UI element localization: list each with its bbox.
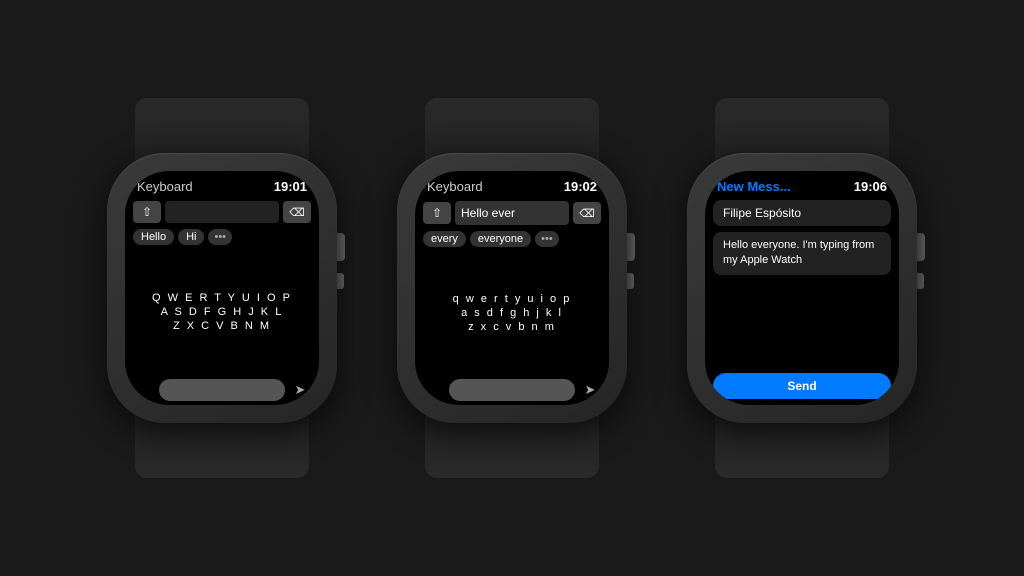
suggestion-every[interactable]: every (423, 231, 466, 247)
more-suggestions-1[interactable]: ••• (208, 229, 232, 245)
screen2-input-bar: ⇧ Hello ever ⌫ (415, 198, 609, 228)
screen3-title: New Mess... (717, 179, 791, 194)
screen3-header: New Mess... 19:06 (705, 171, 899, 200)
message-area-3: Filipe Espósito Hello everyone. I'm typi… (705, 200, 899, 367)
key-row-1-2: A S D F G H J K L (129, 306, 315, 318)
watch-body-2: Keyboard 19:02 ⇧ Hello ever ⌫ every ever… (397, 153, 627, 423)
space-bar-1[interactable] (159, 379, 285, 401)
key-row-text-1-2: A S D F G H J K L (161, 306, 284, 318)
suggestion-hello[interactable]: Hello (133, 229, 174, 245)
screen1-input-bar: ⇧ ⌫ (125, 198, 319, 226)
key-row-2-2: a s d f g h j k l (419, 307, 605, 319)
watch-screen-2: Keyboard 19:02 ⇧ Hello ever ⌫ every ever… (415, 171, 609, 405)
watch-screen-1: Keyboard 19:01 ⇧ ⌫ Hello Hi ••• Q W E R … (125, 171, 319, 405)
watch-button-3 (917, 273, 924, 289)
watch-button-1 (337, 273, 344, 289)
watch-button-2 (627, 273, 634, 289)
screen1-bottom-bar: ☺ ➤ (125, 375, 319, 405)
watch-2: Keyboard 19:02 ⇧ Hello ever ⌫ every ever… (397, 153, 627, 423)
send-button-1[interactable]: ➤ (289, 379, 311, 401)
screen2-bottom-bar: ☺ ➤ (415, 375, 609, 405)
send-button-2[interactable]: ➤ (579, 379, 601, 401)
shift-button-2[interactable]: ⇧ (423, 202, 451, 224)
watch-3: New Mess... 19:06 Filipe Espósito Hello … (687, 153, 917, 423)
recipient-box: Filipe Espósito (713, 200, 891, 226)
screen2-header: Keyboard 19:02 (415, 171, 609, 198)
watch-crown-2 (627, 233, 635, 261)
send-area-3: Send (705, 367, 899, 405)
screen1-suggestions: Hello Hi ••• (125, 226, 319, 248)
watch-crown-1 (337, 233, 345, 261)
emoji-button-2[interactable]: ☺ (423, 379, 445, 401)
key-row-2-1: q w e r t y u i o p (419, 293, 605, 305)
screen1-header: Keyboard 19:01 (125, 171, 319, 198)
screen2-suggestions: every everyone ••• (415, 228, 609, 250)
key-row-1-1: Q W E R T Y U I O P (129, 292, 315, 304)
text-input-1[interactable] (165, 201, 279, 223)
watch-body-3: New Mess... 19:06 Filipe Espósito Hello … (687, 153, 917, 423)
key-row-2-3: z x c v b n m (419, 321, 605, 333)
watch-1: Keyboard 19:01 ⇧ ⌫ Hello Hi ••• Q W E R … (107, 153, 337, 423)
screen1-time: 19:01 (274, 179, 307, 194)
key-row-text-2-3: z x c v b n m (468, 321, 556, 333)
suggestion-hi[interactable]: Hi (178, 229, 204, 245)
key-row-text-1-1: Q W E R T Y U I O P (152, 292, 292, 304)
watch-crown-3 (917, 233, 925, 261)
watch-screen-3: New Mess... 19:06 Filipe Espósito Hello … (705, 171, 899, 405)
emoji-button-1[interactable]: ☺ (133, 379, 155, 401)
key-row-text-2-1: q w e r t y u i o p (453, 293, 572, 305)
key-row-1-3: Z X C V B N M (129, 320, 315, 332)
key-row-text-1-3: Z X C V B N M (173, 320, 271, 332)
send-button-3[interactable]: Send (713, 373, 891, 399)
more-suggestions-2[interactable]: ••• (535, 231, 559, 247)
delete-button-1[interactable]: ⌫ (283, 201, 311, 223)
screen2-time: 19:02 (564, 179, 597, 194)
keyboard-1: Q W E R T Y U I O P A S D F G H J K L Z … (125, 248, 319, 375)
space-bar-2[interactable] (449, 379, 575, 401)
watch-body-1: Keyboard 19:01 ⇧ ⌫ Hello Hi ••• Q W E R … (107, 153, 337, 423)
screen1-title: Keyboard (137, 179, 193, 194)
text-input-2[interactable]: Hello ever (455, 201, 569, 225)
message-box: Hello everyone. I'm typing from my Apple… (713, 232, 891, 275)
screen3-time: 19:06 (854, 179, 887, 194)
shift-button-1[interactable]: ⇧ (133, 201, 161, 223)
suggestion-everyone[interactable]: everyone (470, 231, 531, 247)
key-row-text-2-2: a s d f g h j k l (461, 307, 563, 319)
delete-button-2[interactable]: ⌫ (573, 202, 601, 224)
screen2-title: Keyboard (427, 179, 483, 194)
keyboard-2: q w e r t y u i o p a s d f g h j k l z … (415, 250, 609, 375)
